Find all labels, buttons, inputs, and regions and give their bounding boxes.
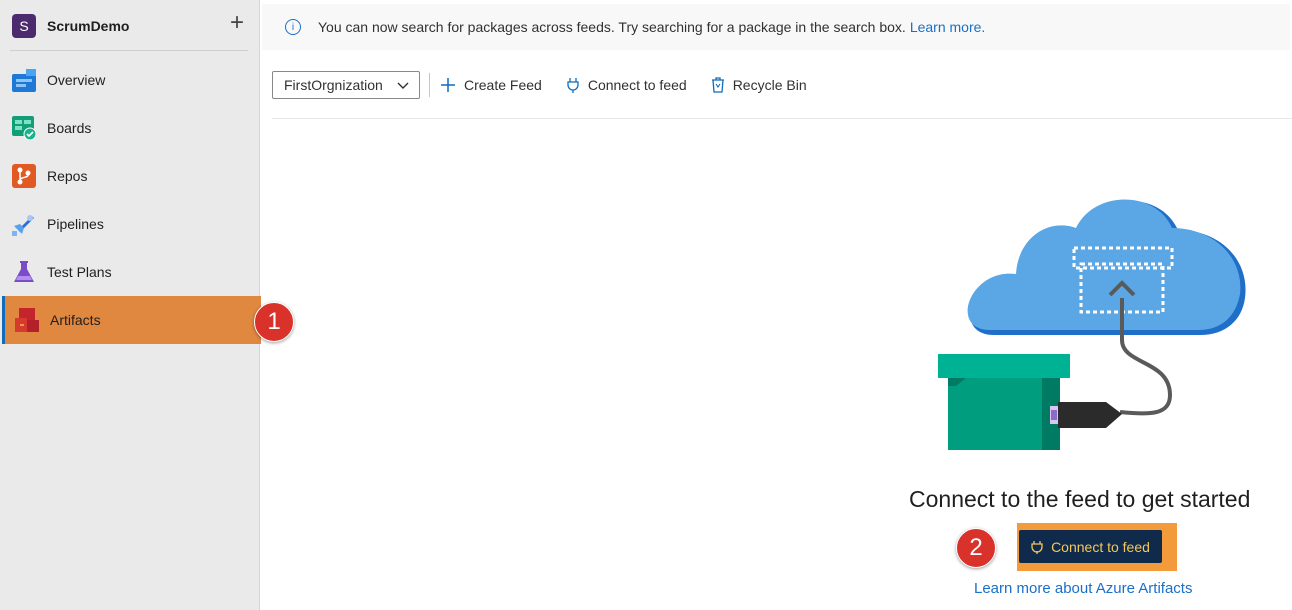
- sidebar-item-boards[interactable]: Boards: [0, 104, 259, 152]
- cloud-icon: [967, 199, 1246, 335]
- test-plans-icon: [12, 260, 36, 284]
- package-box-icon: [938, 354, 1070, 450]
- add-icon[interactable]: +: [230, 11, 244, 35]
- plug-icon: [566, 77, 580, 93]
- connect-to-feed-label: Connect to feed: [587, 77, 687, 93]
- toolbar: FirstOrgnization Create Feed Connect to …: [272, 69, 831, 101]
- sidebar-item-repos[interactable]: Repos: [0, 152, 259, 200]
- sidebar-item-overview[interactable]: Overview: [0, 56, 259, 104]
- banner-learn-more-link[interactable]: Learn more.: [910, 19, 985, 35]
- sidebar-divider: [10, 50, 248, 51]
- chevron-down-icon: [397, 77, 409, 93]
- plus-icon: [440, 77, 456, 93]
- empty-state-title: Connect to the feed to get started: [909, 486, 1251, 512]
- feed-selector-value: FirstOrgnization: [284, 77, 383, 93]
- boards-icon: [12, 116, 37, 141]
- sidebar-item-test-plans[interactable]: Test Plans: [0, 248, 259, 296]
- sidebar-item-label: Boards: [47, 120, 92, 136]
- toolbar-divider-line: [272, 118, 1292, 119]
- pipelines-icon: [12, 212, 36, 236]
- step-badge-1: 1: [254, 302, 294, 342]
- connect-feed-illustration: [938, 199, 1246, 450]
- learn-more-artifacts-link[interactable]: Learn more about Azure Artifacts: [974, 580, 1192, 597]
- sidebar-item-label: Test Plans: [47, 264, 112, 280]
- toolbar-divider: [429, 73, 430, 97]
- connect-to-feed-primary-label: Connect to feed: [1051, 538, 1150, 555]
- create-feed-button[interactable]: Create Feed: [440, 77, 542, 93]
- project-avatar: S: [12, 14, 36, 38]
- plug-connector-icon: [1050, 402, 1122, 428]
- sidebar-item-label: Artifacts: [50, 312, 101, 328]
- plug-icon: [1031, 540, 1043, 554]
- recycle-bin-button[interactable]: Recycle Bin: [711, 77, 807, 93]
- create-feed-label: Create Feed: [464, 77, 542, 93]
- overview-icon: [12, 68, 36, 92]
- recycle-bin-icon: [711, 77, 725, 93]
- project-header[interactable]: S ScrumDemo +: [12, 11, 248, 38]
- sidebar-item-label: Pipelines: [47, 216, 104, 232]
- artifacts-icon: [15, 308, 39, 332]
- connect-to-feed-primary-button[interactable]: Connect to feed: [1019, 530, 1162, 563]
- sidebar-item-label: Repos: [47, 168, 88, 184]
- project-name[interactable]: ScrumDemo: [47, 18, 129, 34]
- info-icon: i: [285, 19, 301, 35]
- info-banner: i You can now search for packages across…: [262, 4, 1290, 50]
- feed-selector-dropdown[interactable]: FirstOrgnization: [272, 71, 420, 99]
- repos-icon: [12, 164, 36, 188]
- sidebar-item-artifacts[interactable]: Artifacts: [2, 296, 261, 344]
- sidebar-item-label: Overview: [47, 72, 106, 88]
- banner-text: You can now search for packages across f…: [318, 19, 906, 35]
- step-badge-2: 2: [956, 528, 996, 568]
- connect-to-feed-button[interactable]: Connect to feed: [566, 77, 687, 93]
- recycle-bin-label: Recycle Bin: [732, 77, 807, 93]
- sidebar: S ScrumDemo + Overview Boards Repos Pipe…: [0, 0, 261, 610]
- sidebar-item-pipelines[interactable]: Pipelines: [0, 200, 259, 248]
